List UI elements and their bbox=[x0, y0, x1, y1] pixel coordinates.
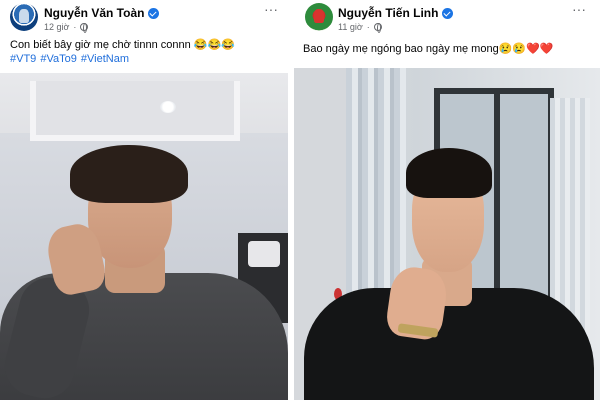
photo-pillow bbox=[248, 241, 280, 267]
post-timestamp[interactable]: 11 giờ bbox=[338, 22, 363, 32]
person-hair bbox=[70, 145, 188, 203]
post-hashtags[interactable]: #VT9 #VaTo9 #VietNam bbox=[10, 53, 129, 65]
post-photo[interactable] bbox=[294, 68, 600, 400]
meta-separator: · bbox=[73, 22, 77, 32]
meta-separator: · bbox=[366, 22, 370, 32]
verified-badge-icon bbox=[148, 7, 160, 19]
person-hair bbox=[406, 148, 492, 198]
facebook-post-right: Nguyễn Tiến Linh 11 giờ · ··· Bao ngày m… bbox=[294, 0, 600, 400]
author-avatar[interactable] bbox=[10, 3, 38, 31]
photo-ceiling bbox=[30, 81, 240, 141]
post-meta: 12 giờ · bbox=[44, 22, 89, 33]
author-name-row: Nguyễn Tiến Linh bbox=[338, 6, 454, 20]
photo-ceiling-light bbox=[160, 101, 176, 113]
globe-icon bbox=[373, 23, 382, 33]
post-header: Nguyễn Tiến Linh 11 giờ · ··· bbox=[294, 0, 600, 38]
post-meta: 11 giờ · bbox=[338, 22, 382, 33]
avatar-figure bbox=[19, 9, 29, 23]
author-name[interactable]: Nguyễn Văn Toàn bbox=[44, 6, 144, 20]
post-caption: Con biết bây giờ mẹ chờ tinnn connn 😂😂😂 bbox=[10, 39, 235, 51]
post-timestamp[interactable]: 12 giờ bbox=[44, 22, 69, 32]
post-header: Nguyễn Văn Toàn 12 giờ · ··· bbox=[0, 0, 288, 38]
author-name-row: Nguyễn Văn Toàn bbox=[44, 6, 160, 20]
verified-badge-icon bbox=[442, 7, 454, 19]
avatar-figure bbox=[314, 9, 324, 23]
post-photo[interactable] bbox=[0, 73, 288, 400]
author-name[interactable]: Nguyễn Tiến Linh bbox=[338, 6, 438, 20]
more-options-icon[interactable]: ··· bbox=[572, 2, 586, 16]
globe-icon bbox=[80, 23, 89, 33]
facebook-post-left: Nguyễn Văn Toàn 12 giờ · ··· Con biết bâ… bbox=[0, 0, 288, 400]
more-options-icon[interactable]: ··· bbox=[264, 2, 278, 16]
post-caption: Bao ngày mẹ ngóng bao ngày mẹ mong😢😢❤️❤️ bbox=[303, 43, 554, 55]
author-avatar[interactable] bbox=[305, 3, 333, 31]
